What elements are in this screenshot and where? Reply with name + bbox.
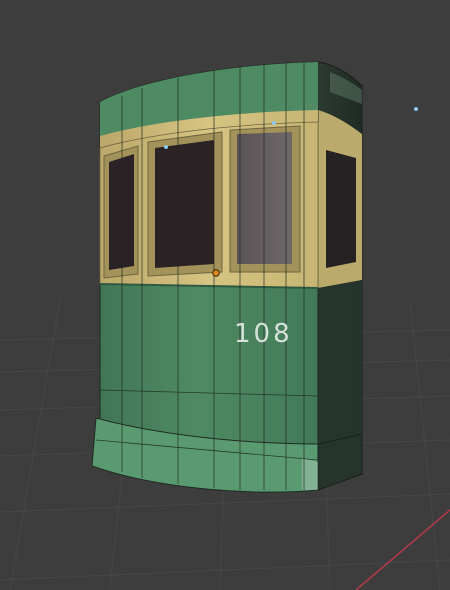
cab-skirt-side bbox=[317, 433, 363, 491]
side-window bbox=[326, 150, 356, 268]
light-gizmo-dot[interactable] bbox=[272, 121, 276, 125]
light-gizmo-dot[interactable] bbox=[164, 145, 168, 149]
cab-number: 108 bbox=[234, 319, 293, 349]
window-left-glass bbox=[109, 154, 134, 270]
viewport-canvas[interactable]: 108 bbox=[0, 0, 450, 590]
object-origin-dot[interactable] bbox=[212, 269, 220, 277]
3d-viewport[interactable]: 108 bbox=[0, 0, 450, 590]
window-right-glass bbox=[237, 132, 292, 264]
light-gizmo-dot[interactable] bbox=[414, 107, 418, 111]
window-center-glass bbox=[155, 140, 214, 268]
front-windows bbox=[103, 125, 301, 279]
